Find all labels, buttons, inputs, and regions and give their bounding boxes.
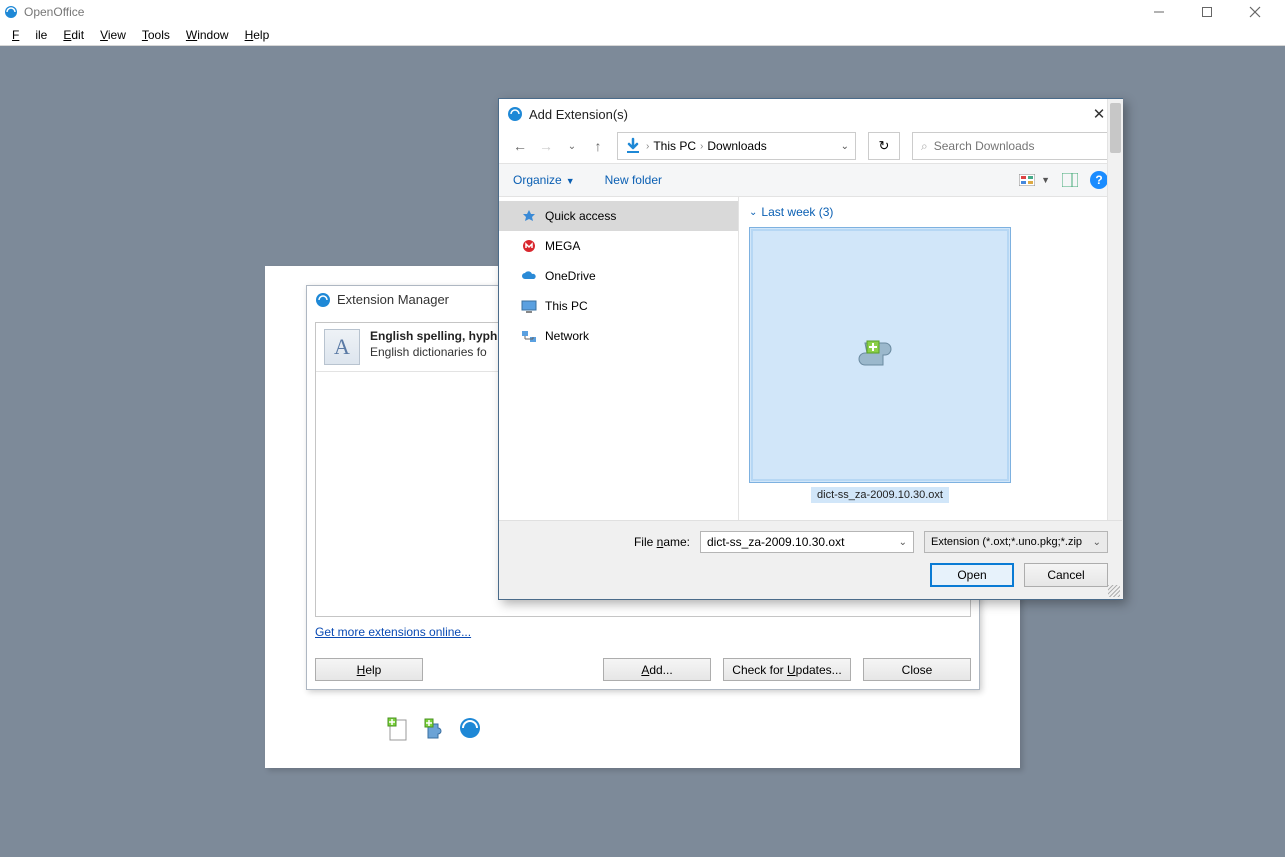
extension-item-icon: A <box>324 329 360 365</box>
file-dialog-footer: File name: dict-ss_za-2009.10.30.oxt ⌄ E… <box>499 520 1122 599</box>
breadcrumb-seg-downloads[interactable]: Downloads <box>707 139 766 153</box>
file-dialog-toolbar: Organize▼ New folder ▼ ? <box>499 163 1122 197</box>
puzzle-add-icon[interactable] <box>422 716 446 740</box>
search-input-container: ⌕ <box>912 132 1112 160</box>
minimize-icon[interactable] <box>1141 6 1177 18</box>
resize-grip-icon[interactable] <box>1108 585 1120 597</box>
sidebar-item-onedrive[interactable]: OneDrive <box>499 261 738 291</box>
breadcrumb-dropdown-icon[interactable]: ⌄ <box>841 141 849 152</box>
file-dialog-navbar: ← → ⌄ ↑ › This PC › Downloads ⌄ ↻ ⌕ <box>499 129 1122 163</box>
file-dialog-title: Add Extension(s) <box>529 107 628 122</box>
extension-item-title: English spelling, hyph <box>370 329 497 343</box>
breadcrumb-sep-icon: › <box>700 141 703 152</box>
chevron-down-icon: ⌄ <box>749 207 757 218</box>
help-button[interactable]: Help <box>315 658 423 681</box>
file-thumbnail <box>749 227 1011 483</box>
extension-manager-icon <box>315 292 331 308</box>
file-name-field-label: File name: <box>634 535 690 549</box>
sidebar-item-label: This PC <box>545 299 588 313</box>
nav-back-icon[interactable]: ← <box>509 134 531 158</box>
close-icon[interactable] <box>1237 6 1273 18</box>
scrollbar[interactable] <box>1107 197 1122 520</box>
preview-pane-icon[interactable] <box>1062 173 1078 187</box>
breadcrumb-sep-icon: › <box>646 141 649 152</box>
menu-file[interactable]: File <box>4 26 55 44</box>
file-type-combo[interactable]: Extension (*.oxt;*.uno.pkg;*.zip ⌄ <box>924 531 1108 553</box>
maximize-icon[interactable] <box>1189 6 1225 18</box>
refresh-button[interactable]: ↻ <box>868 132 900 160</box>
breadcrumb[interactable]: › This PC › Downloads ⌄ <box>617 132 856 160</box>
view-mode-button[interactable]: ▼ <box>1019 174 1050 186</box>
thispc-icon <box>521 298 537 314</box>
file-dialog-content[interactable]: ⌄ Last week (3) dict-ss_za-2009.10.30.ox… <box>739 197 1122 520</box>
app-icon <box>4 5 18 19</box>
search-input[interactable] <box>934 139 1103 153</box>
file-item[interactable]: dict-ss_za-2009.10.30.oxt <box>749 227 1011 503</box>
file-name-value: dict-ss_za-2009.10.30.oxt <box>707 535 844 549</box>
extension-item-desc: English dictionaries fo <box>370 345 497 359</box>
start-center-icons <box>386 716 482 740</box>
organize-menu[interactable]: Organize▼ <box>513 173 575 187</box>
sidebar-item-label: OneDrive <box>545 269 596 283</box>
cancel-button[interactable]: Cancel <box>1024 563 1108 587</box>
extension-manager-title: Extension Manager <box>337 292 449 307</box>
file-group-header[interactable]: ⌄ Last week (3) <box>749 205 1112 219</box>
close-button[interactable]: Close <box>863 658 971 681</box>
sidebar-item-label: Network <box>545 329 589 343</box>
menu-window[interactable]: Window <box>178 26 237 44</box>
menu-view[interactable]: View <box>92 26 134 44</box>
search-icon: ⌕ <box>921 139 928 154</box>
file-open-dialog: Add Extension(s) ✕ ← → ⌄ ↑ › This PC › D… <box>498 98 1123 600</box>
app-titlebar: OpenOffice <box>0 0 1285 24</box>
nav-up-icon[interactable]: ↑ <box>587 134 609 158</box>
menu-edit[interactable]: Edit <box>55 26 92 44</box>
file-dialog-sidebar: Quick access MEGA OneDrive This PC Netwo… <box>499 197 739 520</box>
app-menubar: File Edit View Tools Window Help <box>0 24 1285 46</box>
add-button[interactable]: Add... <box>603 658 711 681</box>
openoffice-logo-icon[interactable] <box>458 716 482 740</box>
file-dialog-icon <box>507 106 523 122</box>
sidebar-item-thispc[interactable]: This PC <box>499 291 738 321</box>
menu-help[interactable]: Help <box>237 26 278 44</box>
mega-icon <box>521 238 537 254</box>
sidebar-item-label: Quick access <box>545 209 616 223</box>
file-name-combo[interactable]: dict-ss_za-2009.10.30.oxt ⌄ <box>700 531 914 553</box>
window-controls <box>1141 6 1281 18</box>
sidebar-item-network[interactable]: Network <box>499 321 738 351</box>
help-icon[interactable]: ? <box>1090 171 1108 189</box>
doc-add-icon[interactable] <box>386 716 410 740</box>
nav-recent-dropdown-icon[interactable]: ⌄ <box>561 134 583 158</box>
chevron-down-icon[interactable]: ⌄ <box>899 537 907 548</box>
menu-tools[interactable]: Tools <box>134 26 178 44</box>
app-title: OpenOffice <box>24 5 84 19</box>
breadcrumb-seg-thispc[interactable]: This PC <box>653 139 696 153</box>
file-dialog-titlebar: Add Extension(s) ✕ <box>499 99 1122 129</box>
open-button[interactable]: Open <box>930 563 1014 587</box>
onedrive-icon <box>521 268 537 284</box>
file-group-label: Last week (3) <box>761 205 833 219</box>
app-window: OpenOffice File Edit View Tools Window H… <box>0 0 1285 46</box>
file-name-label: dict-ss_za-2009.10.30.oxt <box>811 487 949 503</box>
quick-access-icon <box>521 208 537 224</box>
file-type-value: Extension (*.oxt;*.uno.pkg;*.zip <box>931 536 1082 548</box>
get-more-extensions-link[interactable]: Get more extensions online... <box>315 625 971 639</box>
sidebar-item-mega[interactable]: MEGA <box>499 231 738 261</box>
check-updates-button[interactable]: Check for Updates... <box>723 658 851 681</box>
sidebar-item-quick-access[interactable]: Quick access <box>499 201 738 231</box>
downloads-folder-icon <box>624 137 642 155</box>
network-icon <box>521 328 537 344</box>
sidebar-item-label: MEGA <box>545 239 580 253</box>
chevron-down-icon[interactable]: ⌄ <box>1093 537 1101 548</box>
new-folder-button[interactable]: New folder <box>605 173 662 187</box>
nav-forward-icon[interactable]: → <box>535 134 557 158</box>
